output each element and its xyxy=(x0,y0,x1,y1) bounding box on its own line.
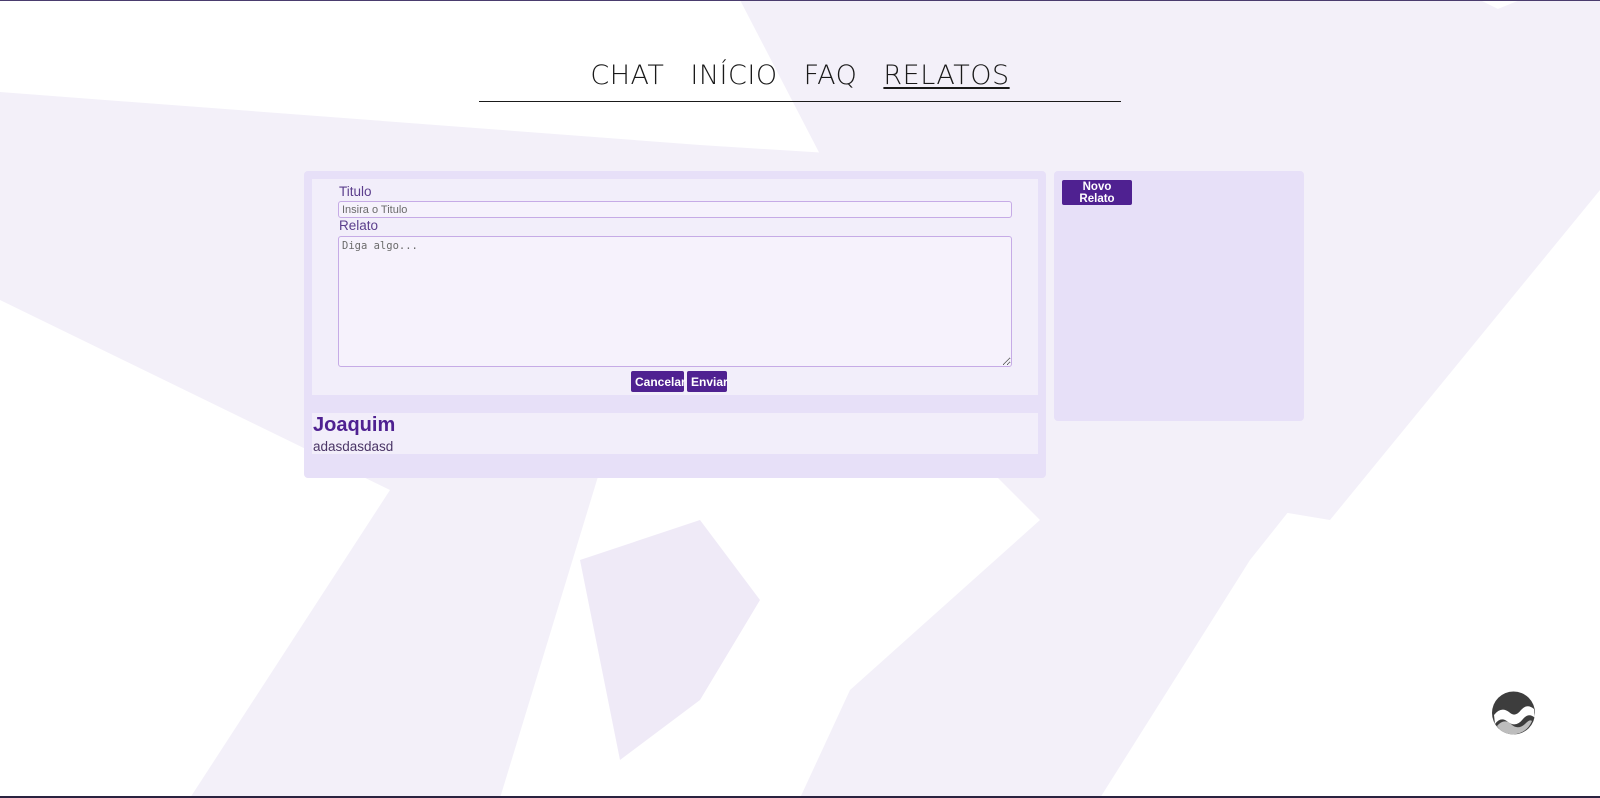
report-textarea[interactable] xyxy=(338,236,1012,367)
top-border xyxy=(0,0,1600,1)
top-navigation: CHAT INÍCIO FAQ RELATOS xyxy=(479,58,1121,102)
cancel-button[interactable]: Cancelar xyxy=(631,371,686,392)
nav-inicio[interactable]: INÍCIO xyxy=(690,58,777,101)
report-author: Joaquim xyxy=(313,414,396,436)
sidebar-panel: Novo Relato xyxy=(1054,171,1304,421)
reports-panel: Titulo Relato Cancelar Enviar Joaquim ad… xyxy=(304,171,1046,478)
new-report-button[interactable]: Novo Relato xyxy=(1062,180,1132,205)
report-text: adasdasdasd xyxy=(313,439,394,454)
nav-faq[interactable]: FAQ xyxy=(804,58,858,101)
report-item: Joaquim adasdasdasd xyxy=(312,413,1038,454)
nav-chat[interactable]: CHAT xyxy=(590,58,664,101)
report-label: Relato xyxy=(339,218,379,233)
title-label: Titulo xyxy=(339,184,372,199)
hands-logo-icon[interactable] xyxy=(1491,688,1536,738)
nav-relatos[interactable]: RELATOS xyxy=(883,58,1009,101)
title-input[interactable] xyxy=(338,201,1012,218)
new-report-form: Titulo Relato Cancelar Enviar xyxy=(312,179,1038,395)
send-button[interactable]: Enviar xyxy=(687,371,728,392)
